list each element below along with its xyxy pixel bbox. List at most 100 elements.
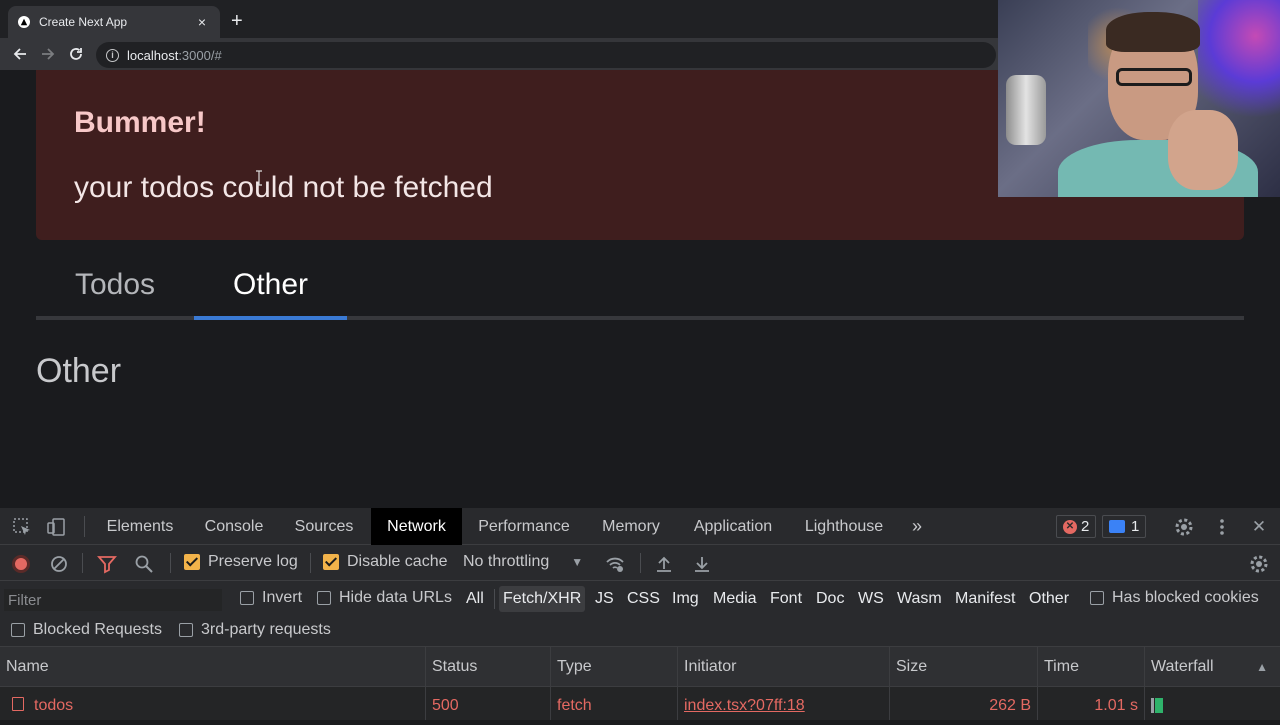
inspect-element-icon[interactable] (12, 517, 32, 537)
row-name-cell: todos (0, 687, 426, 720)
table-row[interactable]: todos 500 fetch index.tsx?07ff:18 262 B … (0, 687, 1280, 720)
close-devtools-icon[interactable]: ✕ (1246, 508, 1272, 545)
clear-icon[interactable] (49, 554, 69, 574)
column-header-time[interactable]: Time (1038, 647, 1145, 687)
nextjs-favicon-icon (18, 16, 30, 28)
disable-cache-label: Disable cache (347, 553, 448, 570)
type-filter-img[interactable]: Img (668, 586, 703, 612)
checked-checkbox-icon (323, 554, 339, 570)
type-filter-wasm[interactable]: Wasm (893, 586, 946, 612)
type-filter-font[interactable]: Font (766, 586, 806, 612)
waterfall-wait-bar (1155, 698, 1163, 713)
network-conditions-icon[interactable] (605, 554, 625, 574)
checkbox-icon (240, 591, 254, 605)
devtools-tab-lighthouse[interactable]: Lighthouse (796, 508, 892, 545)
devtools-tab-sources[interactable]: Sources (284, 508, 364, 545)
preserve-log-label: Preserve log (208, 553, 298, 570)
webcam-overlay (998, 0, 1280, 197)
devtools-tab-performance[interactable]: Performance (470, 508, 578, 545)
column-header-name[interactable]: Name (0, 647, 426, 687)
separator (170, 553, 171, 573)
hide-data-urls-checkbox[interactable]: Hide data URLs (317, 589, 452, 607)
devtools-tab-console[interactable]: Console (192, 508, 276, 545)
throttling-select[interactable]: No throttling ▼ (463, 553, 583, 571)
tab-todos[interactable]: Todos (36, 250, 194, 320)
active-tab-indicator (194, 316, 347, 320)
error-count: 2 (1081, 518, 1090, 535)
filter-funnel-icon[interactable] (97, 554, 117, 574)
network-settings-gear-icon[interactable] (1249, 554, 1269, 574)
column-header-waterfall[interactable]: Waterfall ▲ (1145, 647, 1280, 687)
column-header-status[interactable]: Status (426, 647, 551, 687)
type-filter-doc[interactable]: Doc (812, 586, 848, 612)
blocked-requests-label: Blocked Requests (33, 621, 162, 638)
type-filter-media[interactable]: Media (709, 586, 761, 612)
browser-tab[interactable]: Create Next App × (8, 6, 220, 38)
third-party-requests-checkbox[interactable]: 3rd-party requests (179, 621, 331, 639)
column-header-type[interactable]: Type (551, 647, 678, 687)
filter-input[interactable] (4, 589, 222, 611)
disable-cache-checkbox[interactable]: Disable cache (323, 553, 448, 571)
type-filter-ws[interactable]: WS (854, 586, 888, 612)
settings-gear-icon[interactable] (1174, 517, 1194, 537)
device-toolbar-icon[interactable] (46, 517, 66, 537)
blocked-requests-checkbox[interactable]: Blocked Requests (11, 621, 162, 639)
preserve-log-checkbox[interactable]: Preserve log (184, 553, 298, 571)
new-tab-button[interactable]: + (231, 11, 243, 31)
checkbox-icon (1090, 591, 1104, 605)
devtools-tab-application[interactable]: Application (684, 508, 782, 545)
more-tabs-icon[interactable]: » (904, 508, 930, 545)
forward-arrow-icon[interactable] (34, 40, 62, 68)
type-filter-manifest[interactable]: Manifest (951, 586, 1019, 612)
has-blocked-cookies-checkbox[interactable]: Has blocked cookies (1090, 589, 1259, 607)
type-filter-js[interactable]: JS (591, 586, 618, 612)
type-filter-all[interactable]: All (462, 586, 488, 612)
devtools-panel: Elements Console Sources Network Perform… (0, 508, 1280, 720)
throttling-value: No throttling (463, 553, 550, 570)
record-icon[interactable] (12, 555, 30, 573)
address-bar[interactable]: i localhost:3000/# (96, 42, 996, 68)
alert-description: your todos could not be fetched (74, 171, 493, 204)
checkbox-icon (11, 623, 25, 637)
invert-label: Invert (262, 589, 303, 606)
import-har-icon[interactable] (654, 554, 674, 574)
separator (494, 589, 495, 609)
message-count-badge[interactable]: 1 (1102, 515, 1147, 538)
hide-data-urls-label: Hide data URLs (339, 589, 452, 606)
row-type-cell: fetch (551, 687, 678, 720)
checkbox-icon (179, 623, 193, 637)
type-filter-fetch-xhr[interactable]: Fetch/XHR (499, 586, 586, 612)
webcam-person-hand (1168, 110, 1238, 190)
devtools-tab-elements[interactable]: Elements (96, 508, 184, 545)
tab-close-icon[interactable]: × (194, 14, 210, 30)
type-filter-other[interactable]: Other (1025, 586, 1073, 612)
checked-checkbox-icon (184, 554, 200, 570)
kebab-menu-icon[interactable] (1212, 517, 1232, 537)
back-arrow-icon[interactable] (6, 40, 34, 68)
column-header-initiator[interactable]: Initiator (678, 647, 890, 687)
tab-other[interactable]: Other (194, 250, 347, 320)
search-icon[interactable] (134, 554, 154, 574)
error-icon: ✕ (1063, 519, 1077, 534)
info-icon[interactable]: i (106, 48, 119, 62)
devtools-tabbar: Elements Console Sources Network Perform… (0, 508, 1280, 545)
page-tabs: Todos Other (36, 250, 1244, 320)
network-toolbar: Preserve log Disable cache No throttling… (0, 545, 1280, 581)
invert-checkbox[interactable]: Invert (240, 589, 302, 607)
separator (82, 553, 83, 573)
initiator-link[interactable]: index.tsx?07ff:18 (684, 697, 805, 714)
separator (640, 553, 641, 573)
devtools-tab-network[interactable]: Network (371, 508, 462, 545)
tab-title: Create Next App (39, 15, 128, 29)
network-table-header: Name Status Type Initiator Size Time Wat… (0, 647, 1280, 687)
filter-bar: Invert Hide data URLs All Fetch/XHR JS C… (0, 581, 1280, 647)
column-header-size[interactable]: Size (890, 647, 1038, 687)
devtools-tab-memory[interactable]: Memory (594, 508, 668, 545)
row-status-cell: 500 (426, 687, 551, 720)
row-size-cell: 262 B (890, 687, 1038, 720)
waterfall-label: Waterfall (1151, 658, 1214, 675)
error-count-badge[interactable]: ✕ 2 (1056, 515, 1097, 538)
reload-icon[interactable] (62, 40, 90, 68)
export-har-icon[interactable] (692, 554, 712, 574)
type-filter-css[interactable]: CSS (623, 586, 664, 612)
